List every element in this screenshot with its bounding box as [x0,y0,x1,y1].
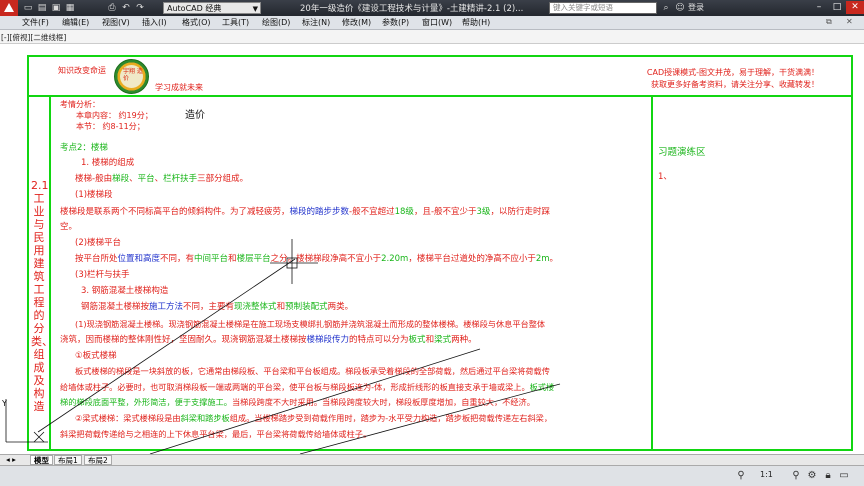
open-file-icon[interactable]: ▤ [36,2,48,14]
menu-modify[interactable]: 修改(M) [342,17,371,28]
drawing-overlay: Y [1,239,561,454]
menu-view[interactable]: 视图(V) [102,17,130,28]
print-icon[interactable]: ⎙ [106,2,118,14]
tab-layout1[interactable]: 布局1 [54,455,82,465]
search-input[interactable]: 键入关键字或短语 [549,2,657,14]
search-icon[interactable]: ⌕ [660,2,672,14]
workspace-label: AutoCAD 经典 [167,4,222,13]
layout-tab-bar: ◂ ▸ 模型 布局1 布局2 [0,454,864,465]
diagonal-line-1 [37,258,296,433]
new-file-icon[interactable]: ▭ [22,2,34,14]
viewport-controls[interactable]: [-][俯视][二维线框] [1,32,66,43]
user-icon[interactable]: ☺ [674,2,686,14]
clean-screen-icon[interactable]: ▭ [838,470,850,482]
menu-format[interactable]: 格式(O) [182,17,211,28]
menu-insert[interactable]: 插入(I) [142,17,167,28]
status-bar: ⚲ 1:1 ⚲ ⚙ 🔒︎ ▭ [0,465,864,486]
annotation-scale-icon[interactable]: ⚲ [735,470,747,482]
tab-model[interactable]: 模型 [30,455,53,465]
workspace-select[interactable]: AutoCAD 经典 ▼ [163,2,261,14]
lock-icon[interactable]: 🔒︎ [822,470,834,482]
autocad-logo-icon[interactable] [0,0,18,16]
ucs-y-label: Y [1,399,7,408]
menu-bar: 文件(F) 编辑(E) 视图(V) 插入(I) 格式(O) 工具(T) 绘图(D… [0,16,864,30]
chevron-down-icon: ▼ [252,5,258,13]
menu-edit[interactable]: 编辑(E) [62,17,89,28]
document-title: 20年一级造价《建设工程技术与计量》-土建精讲-2.1 (2)... [300,4,524,14]
menu-window[interactable]: 窗口(W) [422,17,452,28]
undo-icon[interactable]: ↶ [120,2,132,14]
save-icon[interactable]: ▣ [50,2,62,14]
close-doc-icon[interactable]: ✕ [846,17,853,26]
login-link[interactable]: 登录 [688,2,704,13]
diagonal-line-3 [299,383,561,454]
minimize-button[interactable]: – [810,1,828,14]
annotation-visibility-icon[interactable]: ⚲ [790,470,802,482]
title-bar: ▭ ▤ ▣ ▦ ⎙ ↶ ↷ AutoCAD 经典 ▼ 20年一级造价《建设工程技… [0,0,864,16]
tab-nav-arrows[interactable]: ◂ ▸ [3,455,19,465]
close-button[interactable]: ✕ [846,1,864,14]
menu-help[interactable]: 帮助(H) [462,17,490,28]
workspace-switch-icon[interactable]: ⚙ [806,470,818,482]
menu-parametric[interactable]: 参数(P) [382,17,409,28]
menu-dimension[interactable]: 标注(N) [302,17,330,28]
tab-layout2[interactable]: 布局2 [84,455,112,465]
annotation-scale[interactable]: 1:1 [760,470,773,479]
menu-tools[interactable]: 工具(T) [222,17,249,28]
save-as-icon[interactable]: ▦ [64,2,76,14]
restore-doc-icon[interactable]: ⧉ [826,17,832,27]
diagonal-line-2 [149,348,481,454]
drawing-canvas[interactable]: 知识改变命运 宇翔 造价 学习成就未来 CAD授课模式-图文并茂，易于理解，干货… [0,44,864,454]
maximize-button[interactable]: □ [828,1,846,14]
menu-file[interactable]: 文件(F) [22,17,49,28]
viewport-strip: [-][俯视][二维线框] [0,30,864,44]
redo-icon[interactable]: ↷ [134,2,146,14]
menu-draw[interactable]: 绘图(D) [262,17,290,28]
